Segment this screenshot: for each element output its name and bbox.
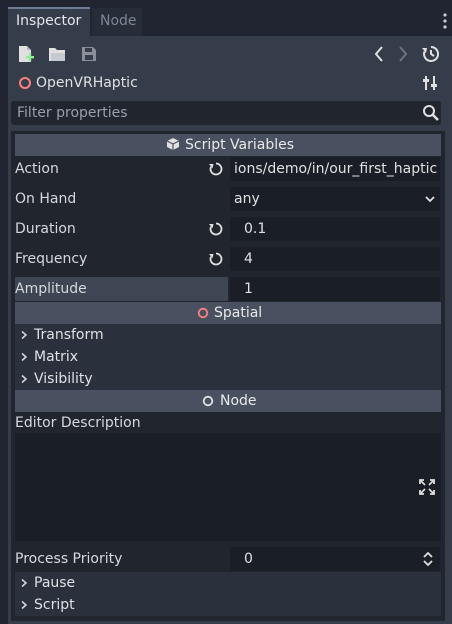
on-hand-dropdown[interactable]: any: [230, 187, 440, 211]
category-spatial: Spatial: [15, 302, 441, 324]
tab-inspector[interactable]: Inspector: [8, 7, 90, 36]
amplitude-value: 1: [244, 281, 253, 297]
spinbox-updown-icon[interactable]: [420, 550, 436, 568]
amplitude-input[interactable]: 1: [230, 277, 440, 301]
section-label: Matrix: [34, 349, 79, 365]
object-tools-icon[interactable]: [421, 73, 441, 93]
frequency-input[interactable]: 4: [230, 247, 440, 271]
property-label-duration: Duration: [15, 221, 76, 237]
process-priority-value: 0: [244, 551, 253, 567]
property-label-on-hand: On Hand: [15, 191, 77, 207]
section-script[interactable]: Script: [15, 594, 441, 616]
category-script-variables: Script Variables: [15, 134, 441, 156]
frequency-value: 4: [244, 251, 253, 267]
chevron-down-icon: [424, 193, 436, 205]
section-label: Script: [34, 597, 75, 613]
expand-icon[interactable]: [419, 479, 435, 495]
property-label-amplitude: Amplitude: [15, 281, 87, 297]
new-resource-icon[interactable]: [15, 44, 35, 64]
process-priority-spinbox[interactable]: 0: [230, 547, 440, 571]
on-hand-value: any: [234, 191, 260, 207]
node-icon: [202, 395, 214, 407]
spatial-icon: [197, 307, 209, 319]
editor-description-textarea[interactable]: [15, 433, 411, 541]
property-label-editor-description: Editor Description: [15, 415, 141, 431]
save-icon[interactable]: [79, 44, 99, 64]
chevron-right-icon: [19, 330, 29, 340]
property-label-frequency: Frequency: [15, 251, 88, 267]
chevron-right-icon: [19, 600, 29, 610]
revert-icon[interactable]: [208, 161, 224, 177]
node-title: Node: [220, 393, 257, 409]
chevron-right-icon: [19, 578, 29, 588]
object-name[interactable]: OpenVRHaptic: [36, 73, 138, 93]
section-visibility[interactable]: Visibility: [15, 368, 441, 390]
duration-value: 0.1: [244, 221, 267, 237]
chevron-right-icon: [19, 352, 29, 362]
spatial-node-icon: [18, 76, 32, 90]
object-history-icon[interactable]: [421, 44, 441, 64]
section-transform[interactable]: Transform: [15, 324, 441, 346]
script-variables-title: Script Variables: [185, 137, 295, 153]
spatial-title: Spatial: [214, 305, 263, 321]
revert-icon[interactable]: [208, 251, 224, 267]
search-icon: [422, 104, 440, 122]
category-node: Node: [15, 390, 441, 412]
revert-icon[interactable]: [208, 221, 224, 237]
history-back-icon[interactable]: [369, 44, 389, 64]
chevron-right-icon: [19, 374, 29, 384]
section-pause[interactable]: Pause: [15, 572, 441, 594]
property-label-process-priority: Process Priority: [15, 551, 123, 567]
script-icon: [166, 137, 186, 159]
open-icon[interactable]: [47, 44, 67, 64]
property-label-action: Action: [15, 161, 59, 177]
section-label: Pause: [34, 575, 76, 591]
action-value: ions/demo/in/our_first_haptic: [234, 161, 438, 177]
section-label: Transform: [34, 327, 104, 343]
history-forward-icon[interactable]: [393, 44, 413, 64]
section-matrix[interactable]: Matrix: [15, 346, 441, 368]
tab-node[interactable]: Node: [92, 8, 142, 36]
filter-placeholder: Filter properties: [17, 105, 128, 121]
tab-menu-icon[interactable]: [441, 11, 449, 31]
section-label: Visibility: [34, 371, 93, 387]
action-input[interactable]: ions/demo/in/our_first_haptic: [230, 157, 440, 181]
duration-input[interactable]: 0.1: [230, 217, 440, 241]
